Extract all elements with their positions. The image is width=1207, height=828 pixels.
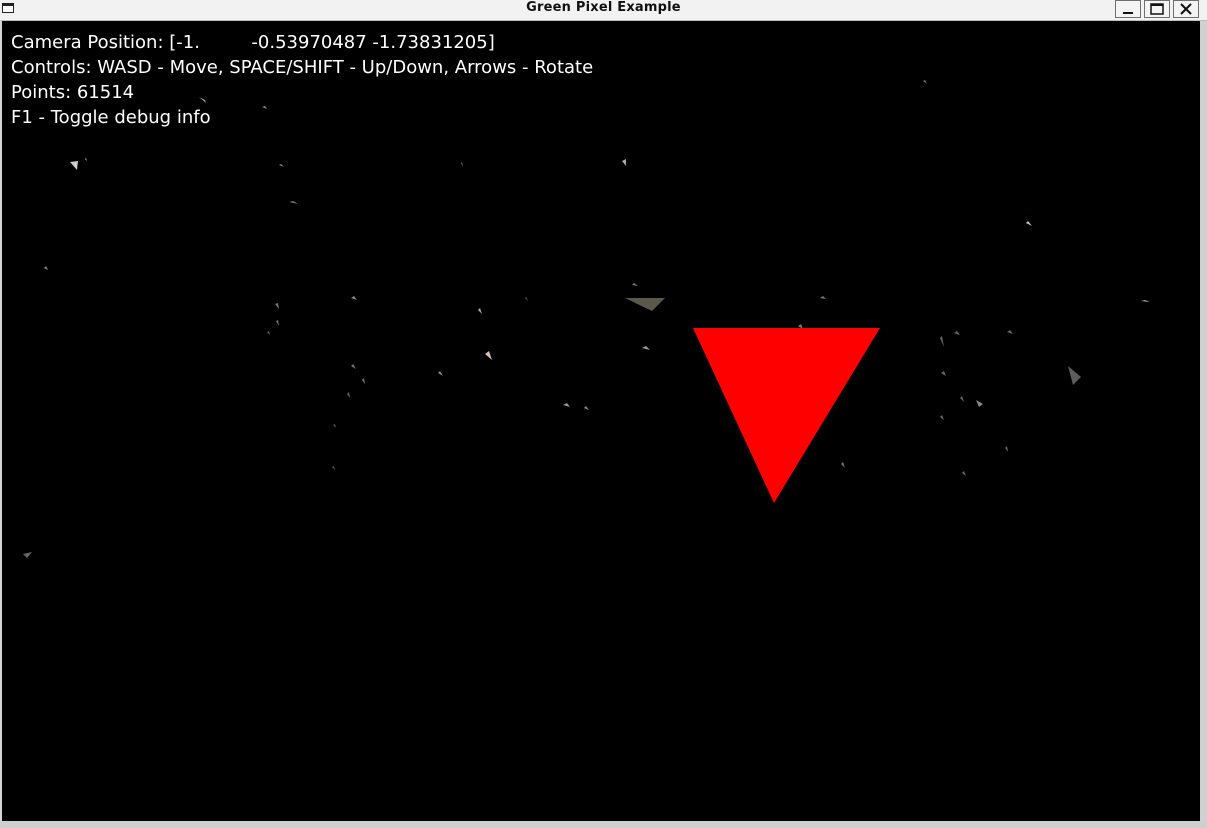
point-fragment xyxy=(940,336,944,347)
controls-text: Controls: WASD - Move, SPACE/SHIFT - Up/… xyxy=(11,57,594,78)
point-fragment xyxy=(632,283,638,286)
point-fragment xyxy=(478,308,482,314)
point-fragment xyxy=(461,162,463,167)
point-fragment xyxy=(1005,446,1008,452)
window-title: Green Pixel Example xyxy=(526,0,681,15)
point-fragment xyxy=(267,331,270,335)
maximize-icon xyxy=(1150,3,1164,15)
point-fragment xyxy=(333,424,336,428)
maximize-button[interactable] xyxy=(1144,0,1170,18)
point-fragment xyxy=(940,415,944,420)
point-fragment xyxy=(438,371,443,376)
point-fragment xyxy=(1068,366,1081,385)
point-fragment xyxy=(622,159,626,166)
minimize-button[interactable] xyxy=(1115,0,1141,18)
point-fragment xyxy=(279,164,284,167)
window-frame-right xyxy=(1200,21,1207,821)
point-fragment xyxy=(941,371,946,376)
point-fragment xyxy=(584,406,589,410)
point-fragment xyxy=(642,346,650,350)
close-icon xyxy=(1180,3,1192,15)
point-fragment xyxy=(962,471,966,476)
point-fragment xyxy=(85,158,87,161)
point-fragment xyxy=(820,296,826,299)
point-fragment xyxy=(362,378,365,384)
minimize-icon xyxy=(1123,12,1133,14)
point-fragment xyxy=(275,303,279,309)
title-bar[interactable]: Green Pixel Example xyxy=(0,0,1207,21)
point-fragment xyxy=(262,106,267,109)
window-frame-bottom xyxy=(0,821,1207,828)
point-fragment xyxy=(1007,330,1013,334)
point-fragment xyxy=(23,552,32,558)
point-fragment xyxy=(289,201,298,204)
point-fragment xyxy=(44,266,48,270)
point-fragment xyxy=(1141,300,1150,302)
point-fragment xyxy=(351,296,357,300)
app-window: Green Pixel Example Camera Position: [-1… xyxy=(0,0,1207,828)
point-cloud xyxy=(23,80,1150,558)
points-count-text: Points: 61514 xyxy=(11,82,135,103)
point-fragment xyxy=(841,462,845,468)
camera-position-text: Camera Position: [-1. -0.53970487 -1.738… xyxy=(11,32,495,53)
point-fragment xyxy=(960,396,964,402)
point-fragment xyxy=(1026,221,1032,226)
point-fragment xyxy=(563,403,570,407)
point-fragment xyxy=(485,351,492,360)
point-fragment xyxy=(199,97,206,103)
point-fragment xyxy=(923,80,927,84)
point-fragment xyxy=(525,297,528,301)
debug-toggle-text: F1 - Toggle debug info xyxy=(11,107,211,128)
point-fragment xyxy=(70,161,78,170)
point-fragment xyxy=(976,400,983,407)
point-fragment xyxy=(276,320,279,326)
point-fragment xyxy=(954,331,960,335)
point-fragment xyxy=(351,364,356,369)
close-button[interactable] xyxy=(1173,0,1199,18)
scene-render xyxy=(23,80,1150,558)
point-fragment xyxy=(347,392,350,398)
point-fragment xyxy=(625,298,665,311)
point-fragment xyxy=(332,466,335,470)
render-viewport[interactable]: Camera Position: [-1. -0.53970487 -1.738… xyxy=(2,21,1200,821)
red-triangle xyxy=(693,328,880,503)
